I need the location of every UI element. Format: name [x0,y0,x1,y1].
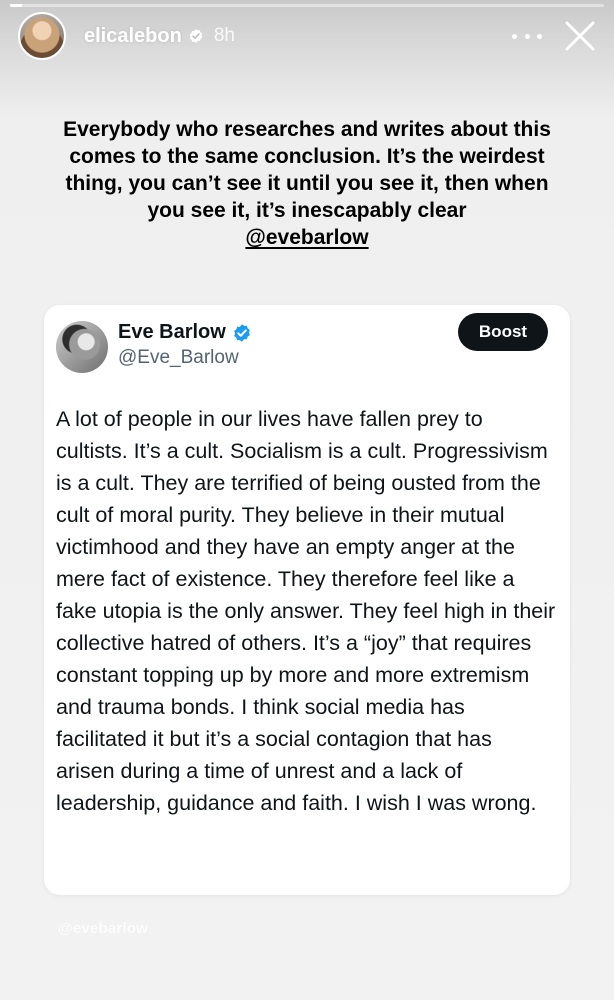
boost-button[interactable]: Boost [458,313,548,351]
story-caption: Everybody who researches and writes abou… [60,116,554,251]
tweet-avatar[interactable] [56,321,108,373]
story-timestamp: 8h [213,25,235,46]
avatar[interactable] [18,12,66,60]
watermark: @evebarlow [58,920,148,937]
caption-text: Everybody who researches and writes abou… [63,118,551,222]
verified-badge-icon [189,29,203,43]
tweet-author[interactable]: Eve Barlow [118,321,252,344]
more-options-icon[interactable] [512,26,542,46]
close-icon[interactable] [564,20,596,52]
tweet-handle[interactable]: @Eve_Barlow [118,347,239,369]
verified-badge-icon [233,323,250,342]
tweet-author-name: Eve Barlow [118,321,226,343]
tweet-card[interactable]: Eve Barlow @Eve_Barlow Boost A lot of pe… [44,305,570,895]
story-progress-fill [10,4,22,7]
tweet-body: A lot of people in our lives have fallen… [56,407,556,815]
story-progress-bar [10,4,604,7]
story-username[interactable]: elicalebon [84,25,182,48]
caption-mention-link[interactable]: @evebarlow [245,226,368,249]
story-header: elicalebon 8h [18,12,596,60]
